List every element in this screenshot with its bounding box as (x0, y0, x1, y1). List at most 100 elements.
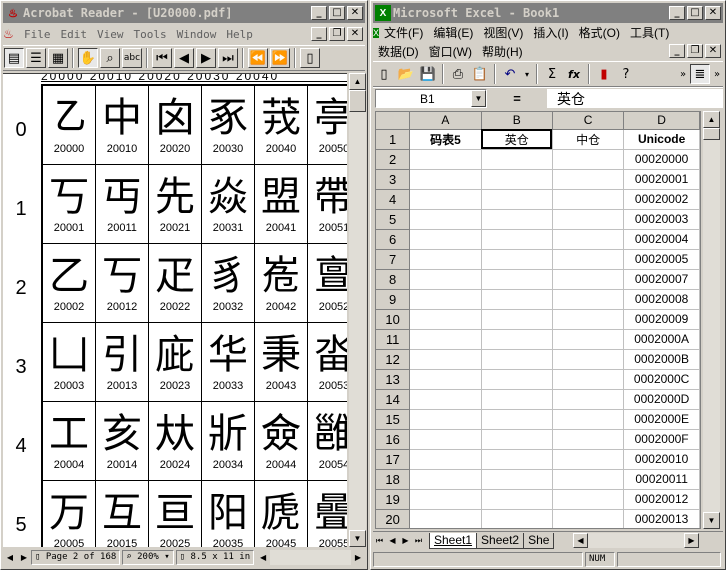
next-page-icon[interactable]: ▶ (196, 48, 216, 68)
row-header[interactable]: 19 (376, 489, 411, 510)
doc-minimize-button[interactable]: _ (311, 27, 327, 41)
cell-d[interactable]: 00020011 (623, 469, 700, 490)
cell-b[interactable] (481, 189, 553, 210)
pdf-page-view[interactable]: 20000 20010 20020 20030 20040 0 1 2 3 4 … (3, 73, 347, 547)
last-page-icon[interactable]: ⏭ (218, 48, 238, 68)
cell-c[interactable] (552, 209, 625, 230)
column-header[interactable]: A (409, 112, 482, 130)
cell-b[interactable] (481, 469, 553, 490)
cell-a[interactable]: 码表5 (409, 129, 482, 150)
cell-a[interactable] (409, 489, 482, 510)
formula-input[interactable]: 英仓 (547, 89, 723, 108)
previous-page-icon[interactable]: ◀ (174, 48, 194, 68)
toolbar-more-icon[interactable]: » (678, 64, 688, 84)
sheet-tab-2[interactable]: Sheet2 (476, 532, 525, 549)
cell-a[interactable] (409, 269, 482, 290)
cell-a[interactable] (409, 389, 482, 410)
cell-a[interactable] (409, 329, 482, 350)
menu-edit[interactable]: 编辑(E) (428, 24, 478, 41)
menu-help[interactable]: Help (221, 28, 258, 41)
cell-a[interactable] (409, 509, 482, 528)
menu-view[interactable]: View (92, 28, 129, 41)
row-header[interactable]: 4 (376, 189, 411, 210)
autosum-icon[interactable]: Σ (542, 64, 562, 84)
cell-d[interactable]: 0002000E (623, 409, 700, 430)
row-header[interactable]: 1 (376, 129, 411, 150)
cell-a[interactable] (409, 169, 482, 190)
last-sheet-icon[interactable]: ⏭ (412, 533, 425, 548)
row-header[interactable]: 8 (376, 269, 411, 290)
menu-data[interactable]: 数据(D) (373, 43, 424, 60)
scroll-down-icon[interactable]: ▼ (703, 512, 720, 529)
scroll-up-icon[interactable]: ▲ (703, 111, 720, 128)
row-header[interactable]: 17 (376, 449, 411, 470)
cell-b[interactable] (481, 329, 553, 350)
cell-d[interactable]: 00020000 (623, 149, 700, 170)
menu-format[interactable]: 格式(O) (574, 24, 625, 41)
close-button[interactable]: ✕ (347, 6, 363, 20)
cell-d[interactable]: 00020002 (623, 189, 700, 210)
cell-a[interactable] (409, 369, 482, 390)
menu-file[interactable]: File (19, 28, 56, 41)
cell-d[interactable]: 00020003 (623, 209, 700, 230)
text-select-icon[interactable]: abc (122, 48, 142, 68)
cell-b[interactable] (481, 169, 553, 190)
cell-d[interactable]: 00020007 (623, 269, 700, 290)
doc-close-button[interactable]: ✕ (347, 27, 363, 41)
menu-window[interactable]: Window (172, 28, 222, 41)
cell-d[interactable]: 00020005 (623, 249, 700, 270)
minimize-button[interactable]: _ (669, 6, 685, 20)
book-restore-button[interactable]: ❐ (687, 44, 703, 58)
paste-icon[interactable]: 📋 (470, 64, 490, 84)
name-box-dropdown-icon[interactable]: ▼ (471, 90, 486, 107)
cell-c[interactable]: 中仓 (552, 129, 625, 150)
cell-b[interactable] (481, 369, 553, 390)
cell-c[interactable] (552, 329, 625, 350)
excel-horizontal-scrollbar[interactable]: ◀ ▶ (573, 533, 699, 548)
cell-b[interactable]: 英仓 (481, 129, 553, 150)
cell-a[interactable] (409, 469, 482, 490)
row-header[interactable]: 10 (376, 309, 411, 330)
cell-b[interactable] (481, 489, 553, 510)
doc-restore-button[interactable]: ❐ (329, 27, 345, 41)
undo-dropdown-icon[interactable]: ▾ (522, 64, 532, 84)
cell-c[interactable] (552, 489, 625, 510)
row-header[interactable]: 13 (376, 369, 411, 390)
row-header[interactable]: 5 (376, 209, 411, 230)
function-icon[interactable]: fx (564, 64, 584, 84)
go-forward-icon[interactable]: ⏩ (270, 48, 290, 68)
cell-d[interactable]: Unicode (623, 129, 700, 150)
row-header[interactable]: 14 (376, 389, 411, 410)
acrobat-title-bar[interactable]: ♨ Acrobat Reader - [U20000.pdf] _ □ ✕ (3, 3, 365, 23)
menu-insert[interactable]: 插入(I) (528, 24, 573, 41)
cell-d[interactable]: 0002000D (623, 389, 700, 410)
cell-a[interactable] (409, 409, 482, 430)
row-header[interactable]: 2 (376, 149, 411, 170)
cell-d[interactable]: 00020009 (623, 309, 700, 330)
cell-c[interactable] (552, 289, 625, 310)
cell-c[interactable] (552, 189, 625, 210)
cell-a[interactable] (409, 209, 482, 230)
minimize-button[interactable]: _ (311, 6, 327, 20)
row-header[interactable]: 9 (376, 289, 411, 310)
book-minimize-button[interactable]: _ (669, 44, 685, 58)
maximize-button[interactable]: □ (329, 6, 345, 20)
hscroll-right-icon[interactable]: ▶ (684, 533, 699, 548)
row-header[interactable]: 6 (376, 229, 411, 250)
cell-b[interactable] (481, 389, 553, 410)
help-icon[interactable]: ? (616, 64, 636, 84)
cell-c[interactable] (552, 509, 625, 528)
cell-b[interactable] (481, 289, 553, 310)
page-only-icon[interactable]: ▤ (4, 48, 24, 68)
row-header[interactable]: 16 (376, 429, 411, 450)
horizontal-scroll-track[interactable] (270, 549, 351, 565)
cell-c[interactable] (552, 249, 625, 270)
next-sheet-icon[interactable]: ▶ (399, 533, 412, 548)
scroll-up-icon[interactable]: ▲ (349, 73, 366, 90)
cell-a[interactable] (409, 149, 482, 170)
row-header[interactable]: 11 (376, 329, 411, 350)
print-icon[interactable]: ⎙ (448, 64, 468, 84)
hscroll-right-icon[interactable]: ▶ (351, 550, 365, 565)
cell-d[interactable]: 0002000C (623, 369, 700, 390)
cell-c[interactable] (552, 269, 625, 290)
